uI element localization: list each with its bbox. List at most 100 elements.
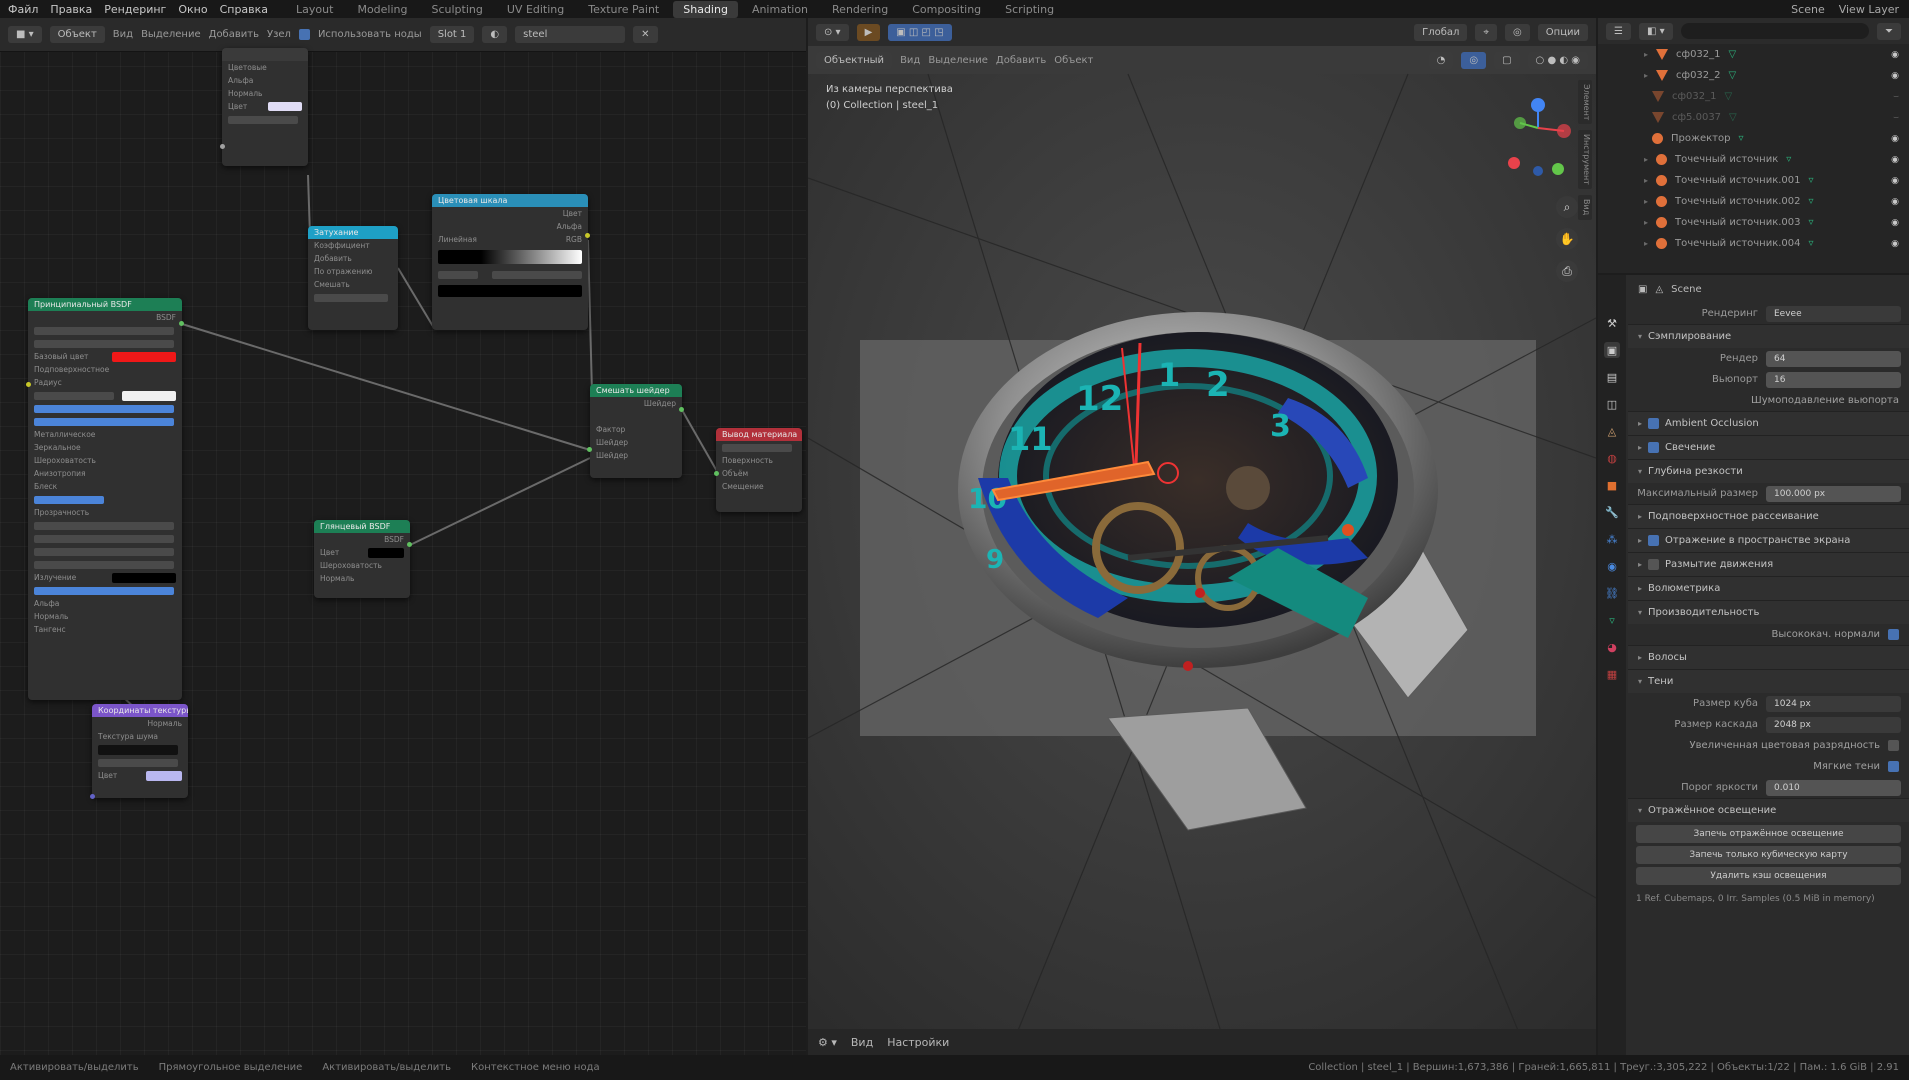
eye-icon[interactable]: ◉ [1891,197,1899,207]
tab-item[interactable]: Элемент [1578,80,1592,125]
proportional-edit-icon[interactable]: ◎ [1505,23,1530,41]
menu-edit[interactable]: Правка [50,3,92,16]
xray-icon[interactable]: ▢ [1494,51,1520,69]
view-layer-selector[interactable]: View Layer [1839,3,1899,16]
panel-hair[interactable]: ▸ Волосы [1628,645,1909,669]
eye-icon[interactable]: ◉ [1891,239,1899,249]
outliner-item[interactable]: ▸ Точечный источник.001 ▿ ◉ [1598,170,1909,191]
panel-depth-of-field[interactable]: ▾ Глубина резкости [1628,459,1909,483]
eye-icon[interactable]: ◉ [1891,71,1899,81]
eye-hidden-icon[interactable]: ⌣ [1893,113,1899,123]
outliner-item[interactable]: ▸ Точечный источник.002 ▿ ◉ [1598,191,1909,212]
texture-tab-icon[interactable]: ▦ [1604,666,1620,682]
motion-blur-checkbox[interactable] [1648,559,1660,570]
value-bar[interactable] [228,115,298,124]
viewport-scene[interactable]: 12 1 2 3 11 10 9 [808,18,1596,1055]
specular-slider[interactable] [34,417,174,426]
eye-icon[interactable]: ◉ [1891,176,1899,186]
socket[interactable] [714,471,719,476]
eye-hidden-icon[interactable]: ⌣ [1893,92,1899,102]
play-icon[interactable]: ▶ [856,23,881,41]
vp-select-menu[interactable]: Выделение [928,55,988,66]
display-mode-icon[interactable]: ◧ ▾ [1638,22,1673,40]
node-layer-weight[interactable]: Затухание Коэффициент Добавить По отраже… [308,226,398,330]
constraints-tab-icon[interactable]: ⛓ [1604,585,1620,601]
object-mode-dropdown[interactable]: Объектный [816,51,893,69]
render-tab-icon[interactable]: ▣ [1604,342,1620,358]
node-noise-texture[interactable]: Координаты текстуры Нормаль Текстура шум… [92,704,188,798]
3d-viewport[interactable]: ⊙ ▾ ▶ ▣ ◫ ◰ ◳ Глобал ⌖ ◎ Опции Объектный… [808,18,1596,1055]
vp-view-menu[interactable]: Вид [900,55,920,66]
outliner-search-input[interactable] [1680,23,1869,39]
node-mix-shader[interactable]: Смешать шейдер Шейдер Фактор Шейдер Шейд… [590,384,682,478]
metallic-slider[interactable] [34,404,174,413]
outliner-item[interactable]: сф032_1 ▽ ⌣ [1598,86,1909,107]
color-swatch[interactable] [268,102,302,111]
outliner-item[interactable]: ▸ Точечный источник.004 ▿ ◉ [1598,233,1909,254]
panel-motion-blur[interactable]: ▸ Размытие движения [1628,552,1909,576]
tab-layout[interactable]: Layout [286,1,343,18]
filter-icon[interactable]: ⏷ [1877,22,1901,40]
dropdown-field[interactable] [34,339,174,348]
options-dropdown[interactable]: Опции [1537,23,1588,41]
socket[interactable] [585,233,590,238]
panel-indirect-lighting[interactable]: ▾ Отражённое освещение [1628,798,1909,822]
tab-tool[interactable]: Инструмент [1578,130,1592,190]
cascade-size-dropdown[interactable]: 2048 px [1766,716,1901,733]
zoom-icon[interactable]: ⌕ [1556,196,1578,218]
navigation-gizmo[interactable] [1508,93,1578,183]
footer-settings-menu[interactable]: Настройки [887,1036,949,1049]
color-swatch[interactable] [146,770,182,781]
tab-modeling[interactable]: Modeling [347,1,417,18]
tab-shading[interactable]: Shading [673,0,738,18]
socket[interactable] [26,382,31,387]
particles-tab-icon[interactable]: ⁂ [1604,531,1620,547]
outliner-item[interactable]: Прожектор ▿ ◉ [1598,128,1909,149]
tool-tab-icon[interactable]: ⚒ [1604,315,1620,331]
color-swatch[interactable] [438,285,582,297]
menu-file[interactable]: Файл [8,3,38,16]
visibility-icon[interactable]: ◔ [1428,51,1454,69]
world-tab-icon[interactable]: ◍ [1604,450,1620,466]
eye-icon[interactable]: ◉ [1891,155,1899,165]
soft-shadows-checkbox[interactable] [1888,761,1899,772]
socket[interactable] [179,321,184,326]
socket[interactable] [90,794,95,799]
tab-scripting[interactable]: Scripting [995,1,1064,18]
socket[interactable] [407,542,412,547]
footer-view-menu[interactable]: Вид [851,1036,873,1049]
node-material-output[interactable]: Вывод материала Поверхность Объём Смещен… [716,428,802,512]
bake-indirect-button[interactable]: Запечь отражённое освещение [1636,825,1901,843]
node-glossy-bsdf[interactable]: Глянцевый BSDF BSDF Цвет Шероховатость Н… [314,520,410,598]
light-threshold-field[interactable]: 0.010 [1766,779,1901,796]
value-bar[interactable] [34,391,114,400]
bake-cubemap-button[interactable]: Запечь только кубическую карту [1636,846,1901,864]
expand-icon[interactable]: ▸ [1644,218,1648,227]
color-ramp-gradient[interactable] [438,250,582,264]
menu-help[interactable]: Справка [220,3,268,16]
expand-icon[interactable]: ▸ [1644,176,1648,185]
pan-hand-icon[interactable]: ✋ [1556,228,1578,250]
outliner-item[interactable]: сф5.0037 ▽ ⌣ [1598,107,1909,128]
overlay-icon[interactable]: ◎ [1461,51,1487,69]
gear-icon[interactable]: ⚙ ▾ [818,1036,837,1049]
expand-icon[interactable]: ▸ [1644,197,1648,206]
expand-icon[interactable]: ▸ [1644,239,1648,248]
tab-animation[interactable]: Animation [742,1,818,18]
panel-subsurface[interactable]: ▸ Подповерхностное рассеивание [1628,504,1909,528]
view-layer-tab-icon[interactable]: ◫ [1604,396,1620,412]
eye-icon[interactable]: ◉ [1891,134,1899,144]
expand-icon[interactable]: ▸ [1644,71,1648,80]
socket[interactable] [679,407,684,412]
high-bit-depth-checkbox[interactable] [1888,740,1899,751]
outliner-type-icon[interactable]: ☰ [1606,22,1631,40]
panel-sampling[interactable]: ▾ Сэмплирование [1628,324,1909,348]
eye-icon[interactable]: ◉ [1891,218,1899,228]
socket[interactable] [220,144,225,149]
properties-editor[interactable]: ⚒ ▣ ▤ ◫ ◬ ◍ ■ 🔧 ⁂ ◉ ⛓ ▿ ◕ ▦ ▣ ◬ Scene Ре… [1598,275,1909,1055]
tab-sculpting[interactable]: Sculpting [422,1,493,18]
panel-bloom[interactable]: ▸ Свечение [1628,435,1909,459]
value-bar[interactable] [34,521,174,530]
ssr-checkbox[interactable] [1648,535,1660,546]
delete-cache-button[interactable]: Удалить кэш освещения [1636,867,1901,885]
